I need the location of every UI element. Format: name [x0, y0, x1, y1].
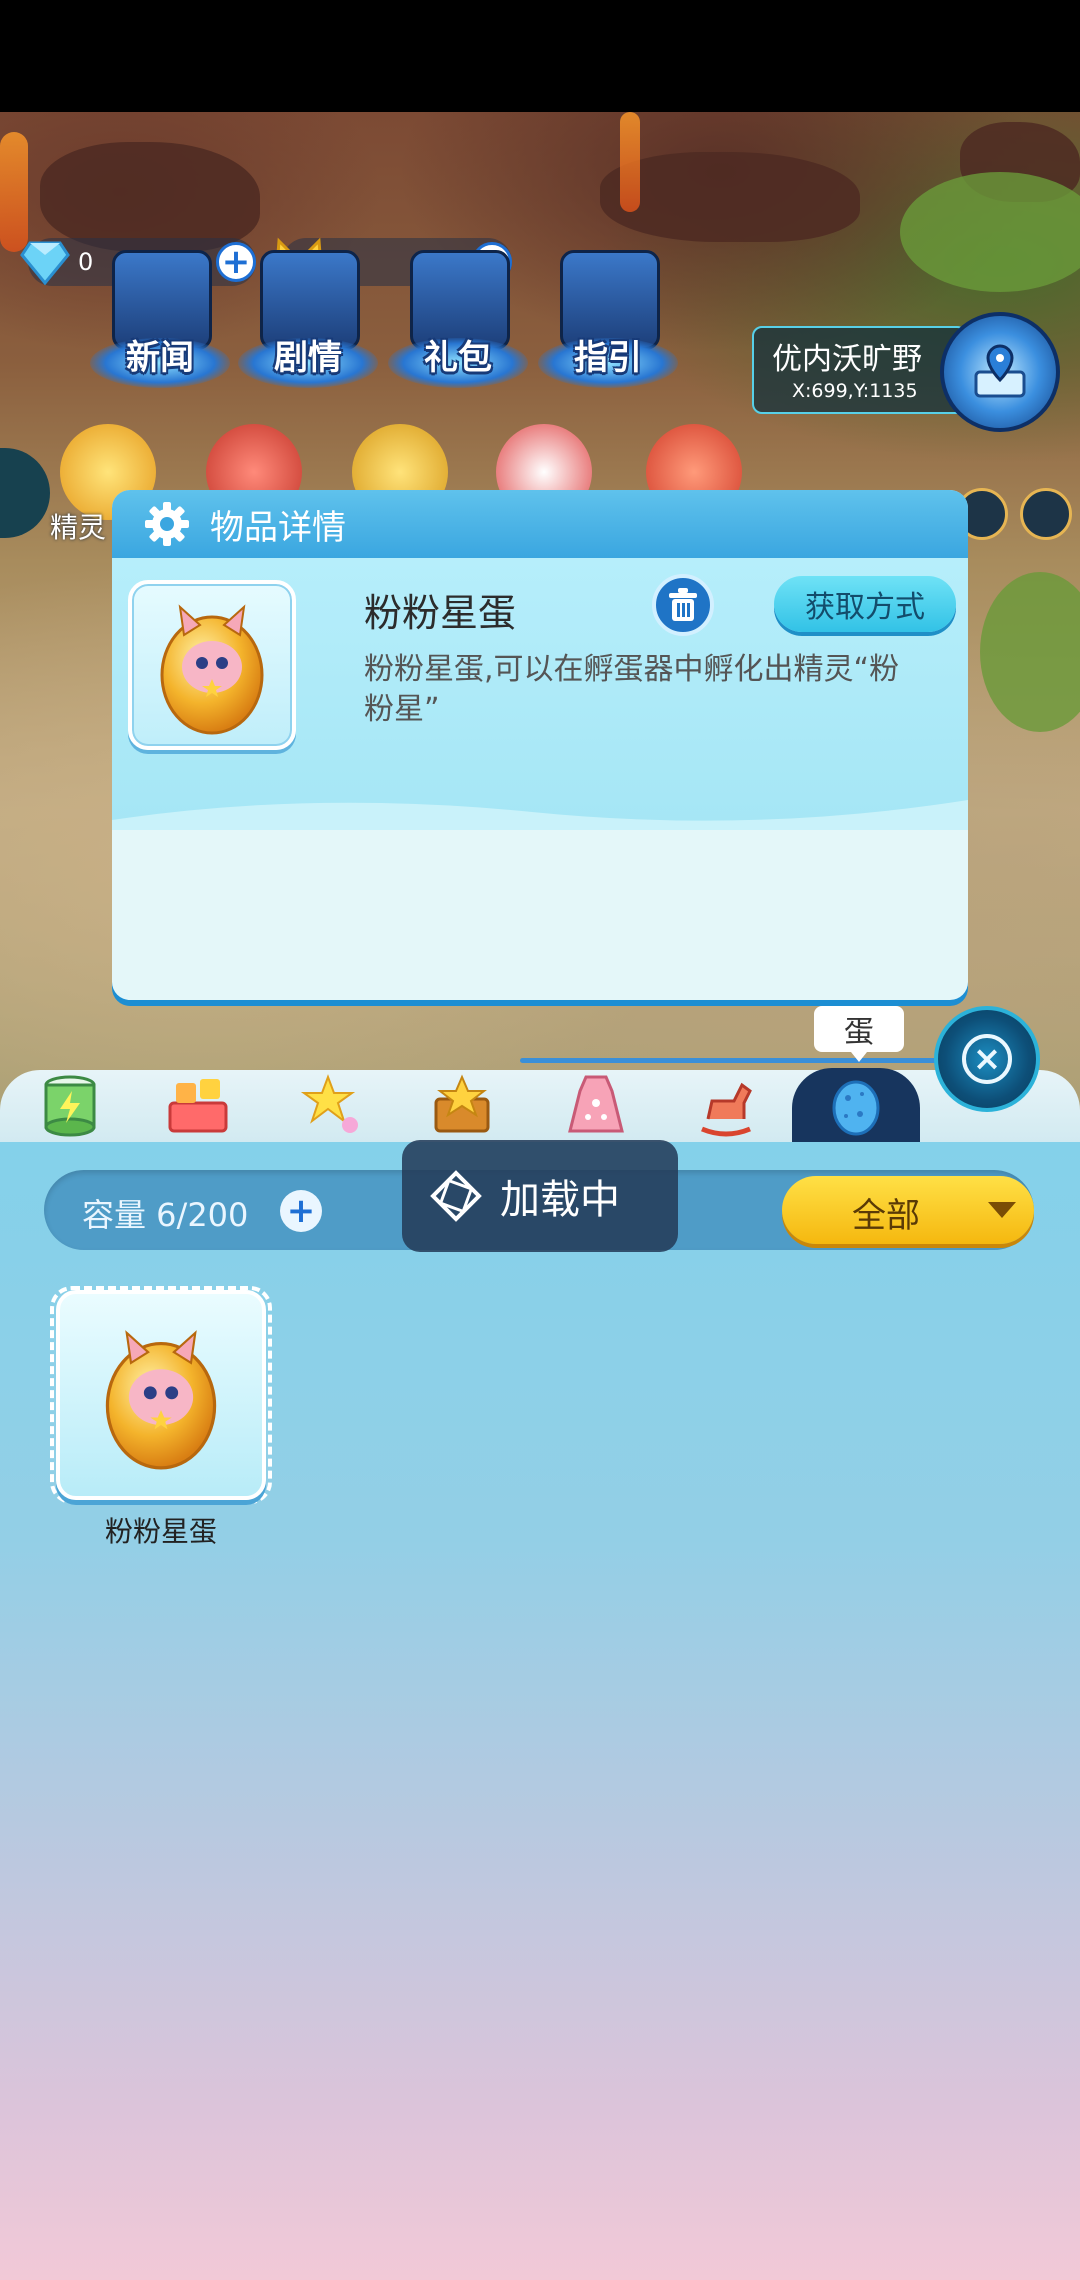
egg-icon — [832, 1080, 880, 1136]
diamond-icon — [18, 235, 72, 289]
tab-highlight-line — [520, 1058, 940, 1063]
pink-star-egg-icon — [105, 1330, 217, 1470]
item-image-frame — [128, 580, 296, 750]
grass — [900, 172, 1080, 292]
loading-text: 加载中 — [500, 1177, 620, 1223]
trash-icon — [669, 588, 697, 621]
close-bag-button[interactable]: × — [934, 1006, 1040, 1112]
expand-capacity-button[interactable]: + — [280, 1190, 322, 1232]
pink-star-egg-icon — [160, 604, 264, 735]
active-tab-tooltip: 蛋 — [814, 1006, 904, 1062]
story-label: 剧情 — [274, 338, 342, 378]
tab-rocking-horse[interactable] — [686, 1068, 766, 1142]
lava — [0, 132, 28, 252]
tab-star-badge[interactable] — [422, 1068, 502, 1142]
map-button[interactable] — [940, 312, 1060, 432]
filter-dropdown[interactable]: 全部 — [782, 1176, 1034, 1244]
lava — [620, 112, 640, 212]
star-wand-icon — [300, 1074, 358, 1133]
gift-pack-button[interactable]: 礼包 — [388, 250, 528, 410]
star-badge-icon — [434, 1074, 490, 1133]
obtain-method-button[interactable]: 获取方式 — [774, 576, 956, 632]
news-label: 新闻 — [126, 338, 194, 378]
rocking-horse-icon — [701, 1082, 752, 1137]
bag-slot[interactable] — [56, 1290, 266, 1500]
dress-icon — [568, 1075, 624, 1133]
loading-toast: 加载中 — [402, 1140, 678, 1252]
blocks-icon — [168, 1079, 228, 1133]
guide-label: 指引 — [574, 338, 642, 378]
status-bar — [0, 0, 1080, 112]
detail-title: 物品详情 — [210, 507, 346, 548]
capacity-label: 容量 6/200 — [82, 1196, 249, 1234]
tab-battery[interactable] — [30, 1068, 110, 1142]
spirit-label: 精灵 — [50, 511, 107, 544]
chevron-down-icon — [988, 1202, 1016, 1218]
tab-egg[interactable] — [792, 1068, 920, 1142]
location-name: 优内沃旷野 — [772, 342, 922, 377]
tab-dress[interactable] — [556, 1068, 636, 1142]
grass — [980, 572, 1080, 732]
detail-header: 物品详情 — [112, 490, 968, 558]
gear-icon — [142, 499, 192, 549]
guide-button[interactable]: 指引 — [538, 250, 678, 410]
bag-slot-label: 粉粉星蛋 — [104, 1515, 217, 1548]
tab-blocks[interactable] — [158, 1068, 238, 1142]
filter-value: 全部 — [852, 1196, 920, 1236]
location-panel: 优内沃旷野 X:699,Y:1135 — [752, 326, 967, 414]
location-coords: X:699,Y:1135 — [792, 380, 918, 402]
item-name: 粉粉星蛋 — [364, 591, 517, 635]
close-icon: × — [962, 1034, 1012, 1084]
map-pin-icon — [974, 344, 1026, 398]
news-button[interactable]: 新闻 — [90, 250, 230, 410]
tab-star-wand[interactable] — [292, 1068, 372, 1142]
item-detail-popup: 物品详情 粉粉星蛋 获取方式 粉粉星蛋,可以在孵蛋器中孵化出精灵“粉粉星” — [112, 490, 968, 1000]
discard-button[interactable] — [652, 574, 714, 636]
rock — [40, 142, 260, 252]
menu-icon[interactable] — [1020, 488, 1072, 540]
gift-pack-label: 礼包 — [424, 338, 492, 378]
battery-icon — [44, 1075, 96, 1137]
wave-decoration — [112, 800, 968, 830]
loading-icon — [430, 1170, 482, 1222]
story-button[interactable]: 剧情 — [238, 250, 378, 410]
item-description: 粉粉星蛋,可以在孵蛋器中孵化出精灵“粉粉星” — [364, 652, 900, 727]
